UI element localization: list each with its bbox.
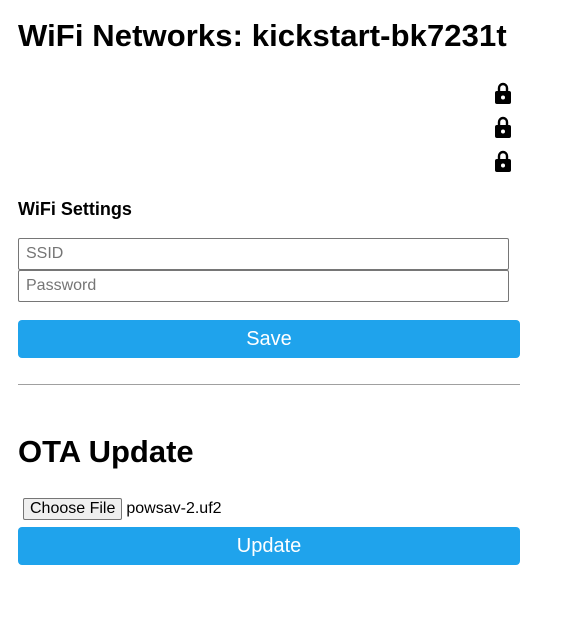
lock-icon — [495, 82, 511, 104]
wifi-settings-heading: WiFi Settings — [18, 199, 132, 219]
network-list — [18, 82, 520, 174]
update-button[interactable]: Update — [18, 527, 520, 565]
selected-file-name: powsav-2.uf2 — [126, 500, 222, 517]
lock-icon — [495, 116, 511, 138]
password-input[interactable] — [18, 270, 509, 302]
choose-file-button[interactable]: Choose File — [23, 498, 123, 520]
ota-heading: OTA Update — [18, 434, 194, 469]
save-button[interactable]: Save — [18, 320, 520, 358]
file-input: Choose File powsav-2.uf2 — [23, 498, 222, 520]
network-item[interactable] — [495, 82, 511, 104]
network-item[interactable] — [495, 116, 511, 138]
page-title: WiFi Networks: kickstart-bk7231t — [18, 18, 507, 53]
lock-icon — [495, 150, 511, 172]
divider — [18, 384, 520, 385]
ssid-input[interactable] — [18, 238, 509, 270]
network-item[interactable] — [495, 150, 511, 172]
